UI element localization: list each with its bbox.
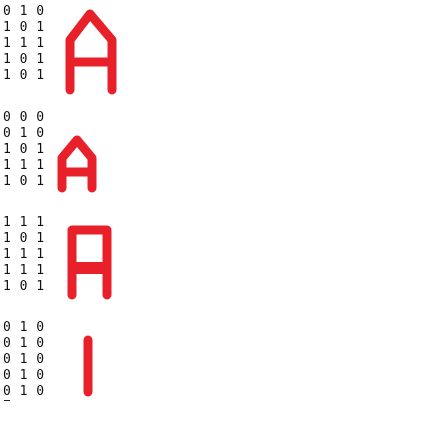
glyph-a-large	[65, 9, 117, 95]
glyph-a-small	[57, 135, 97, 193]
glyph-box-fill	[72, 262, 107, 274]
red-glyph-canvas	[57, 9, 117, 397]
